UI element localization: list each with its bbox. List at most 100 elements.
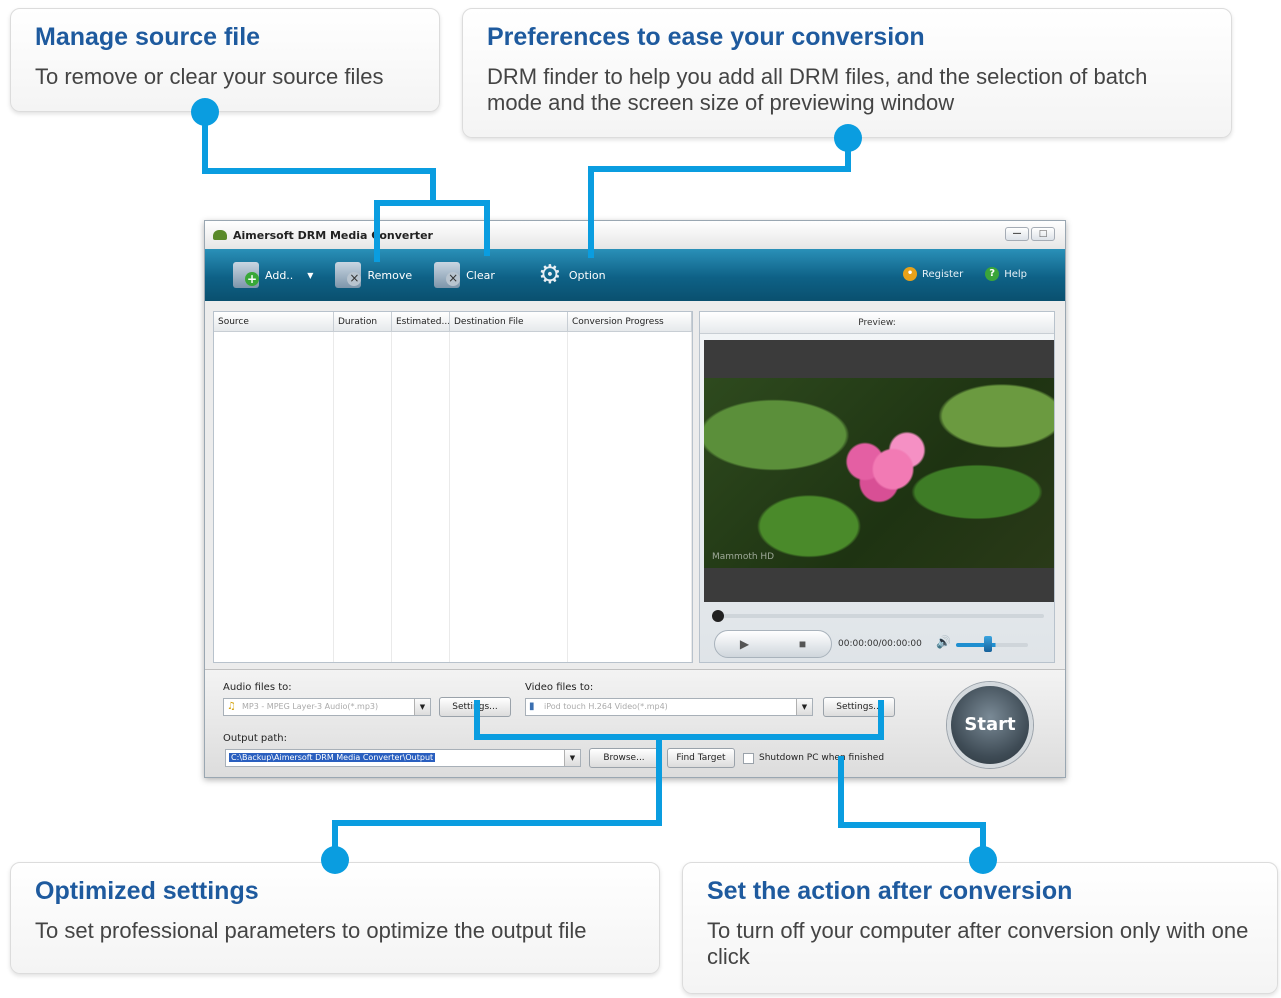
connector-dot xyxy=(321,846,349,874)
callout-title: Manage source file xyxy=(35,23,261,51)
callout-manage-source: Manage source file To remove or clear yo… xyxy=(10,8,440,112)
chevron-down-icon[interactable]: ▼ xyxy=(564,750,580,766)
connector-line xyxy=(588,166,851,172)
column-header-progress[interactable]: Conversion Progress xyxy=(568,312,692,331)
output-path-label: Output path: xyxy=(223,733,288,744)
video-format-select[interactable]: ▮ iPod touch H.264 Video(*.mp4) ▼ xyxy=(525,698,813,716)
register-label: Register xyxy=(922,269,964,280)
callout-title: Preferences to ease your conversion xyxy=(487,23,925,51)
connector-line xyxy=(474,734,884,740)
gear-icon: ⚙ xyxy=(538,260,562,290)
volume-icon[interactable]: 🔊 xyxy=(936,635,951,649)
play-icon[interactable]: ▶ xyxy=(740,637,749,651)
chevron-down-icon[interactable]: ▼ xyxy=(796,699,812,715)
browse-button[interactable]: Browse... xyxy=(589,748,659,768)
output-settings-panel: Audio files to: ♫ MP3 - MPEG Layer-3 Aud… xyxy=(205,669,1065,777)
callout-optimized-settings: Optimized settings To set professional p… xyxy=(10,862,660,974)
find-target-button[interactable]: Find Target xyxy=(667,748,735,768)
connector-line xyxy=(374,200,380,262)
audio-files-label: Audio files to: xyxy=(223,682,292,693)
help-icon: ? xyxy=(985,267,1000,281)
music-note-icon: ♫ xyxy=(227,701,236,712)
column-header-estimated[interactable]: Estimated... xyxy=(392,312,450,331)
audio-format-select[interactable]: ♫ MP3 - MPEG Layer-3 Audio(*.mp3) ▼ xyxy=(223,698,431,716)
video-settings-button[interactable]: Settings... xyxy=(823,697,895,717)
connector-line xyxy=(838,822,986,828)
file-list-body xyxy=(214,332,692,662)
connector-line xyxy=(838,756,844,828)
connector-dot xyxy=(969,846,997,874)
preview-image: Mammoth HD xyxy=(704,378,1054,568)
chevron-down-icon[interactable]: ▼ xyxy=(414,699,430,715)
callout-description: To set professional parameters to optimi… xyxy=(35,918,587,943)
video-format-value: iPod touch H.264 Video(*.mp4) xyxy=(544,702,668,711)
preview-header: Preview: xyxy=(700,312,1054,334)
add-label: Add.. xyxy=(265,268,294,282)
audio-format-value: MP3 - MPEG Layer-3 Audio(*.mp3) xyxy=(242,702,379,711)
title-bar: Aimersoft DRM Media Converter — □ xyxy=(205,221,1065,249)
column-header-duration[interactable]: Duration xyxy=(334,312,392,331)
clear-list-icon xyxy=(434,262,461,288)
shutdown-label: Shutdown PC when finished xyxy=(759,753,885,763)
add-file-icon xyxy=(233,262,259,288)
app-logo-icon xyxy=(213,230,227,240)
chevron-down-icon[interactable]: ▼ xyxy=(307,271,313,280)
connector-line xyxy=(430,168,436,204)
column-header-destination[interactable]: Destination File xyxy=(450,312,568,331)
app-window: Aimersoft DRM Media Converter — □ Add.. … xyxy=(204,220,1066,778)
clear-label: Clear xyxy=(466,268,495,282)
help-link[interactable]: ? Help xyxy=(985,267,1027,281)
option-label: Option xyxy=(568,268,606,282)
playback-controls: ▶ ■ xyxy=(714,630,832,658)
callout-after-conversion: Set the action after conversion To turn … xyxy=(682,862,1278,994)
video-device-icon: ▮ xyxy=(529,701,535,712)
file-list[interactable]: Source Duration Estimated... Destination… xyxy=(213,311,693,663)
callout-description: DRM finder to help you add all DRM files… xyxy=(487,64,1148,115)
stop-icon[interactable]: ■ xyxy=(799,637,806,651)
connector-line xyxy=(484,200,490,256)
remove-label: Remove xyxy=(367,268,413,282)
connector-dot xyxy=(834,124,862,152)
seek-bar[interactable] xyxy=(714,614,1044,618)
preview-panel: Preview: Mammoth HD ▶ ■ 00:00:00/00:00:0… xyxy=(699,311,1055,663)
connector-line xyxy=(588,166,594,258)
output-path-value: C:\Backup\Aimersoft DRM Media Converter\… xyxy=(229,753,436,762)
register-link[interactable]: • Register xyxy=(903,267,963,281)
volume-slider[interactable] xyxy=(956,643,1028,647)
add-button[interactable]: Add.. ▼ xyxy=(233,262,313,288)
start-button[interactable]: Start xyxy=(947,682,1033,768)
key-icon: • xyxy=(903,267,918,281)
time-display: 00:00:00/00:00:00 xyxy=(838,639,922,649)
help-label: Help xyxy=(1004,269,1027,280)
connector-line xyxy=(332,820,662,826)
video-files-label: Video files to: xyxy=(525,682,594,693)
callout-description: To turn off your computer after conversi… xyxy=(707,918,1249,969)
callout-title: Set the action after conversion xyxy=(707,877,1073,905)
connector-line xyxy=(374,200,490,206)
seek-handle[interactable] xyxy=(712,610,724,622)
preview-screen: Mammoth HD xyxy=(704,340,1054,602)
callout-description: To remove or clear your source files xyxy=(35,64,384,89)
connector-line xyxy=(202,168,436,174)
volume-handle[interactable] xyxy=(984,636,992,652)
file-list-header: Source Duration Estimated... Destination… xyxy=(214,312,692,332)
option-button[interactable]: ⚙ Option xyxy=(537,260,606,290)
callout-preferences: Preferences to ease your conversion DRM … xyxy=(462,8,1232,138)
callout-title: Optimized settings xyxy=(35,877,259,905)
output-path-field[interactable]: C:\Backup\Aimersoft DRM Media Converter\… xyxy=(225,749,581,767)
shutdown-checkbox[interactable] xyxy=(743,753,754,764)
clear-button[interactable]: Clear xyxy=(434,262,495,288)
column-header-source[interactable]: Source xyxy=(214,312,334,331)
connector-line xyxy=(656,734,662,826)
video-watermark: Mammoth HD xyxy=(712,552,775,562)
toolbar: Add.. ▼ Remove Clear ⚙ Option • Register … xyxy=(205,249,1065,301)
window-title: Aimersoft DRM Media Converter xyxy=(233,228,433,242)
connector-dot xyxy=(191,98,219,126)
remove-file-icon xyxy=(335,262,362,288)
connector-line xyxy=(878,700,884,740)
window-controls: — □ xyxy=(1005,227,1055,241)
minimize-button[interactable]: — xyxy=(1005,227,1029,241)
toolbar-right: • Register ? Help xyxy=(903,267,1027,281)
remove-button[interactable]: Remove xyxy=(335,262,412,288)
maximize-button[interactable]: □ xyxy=(1031,227,1055,241)
